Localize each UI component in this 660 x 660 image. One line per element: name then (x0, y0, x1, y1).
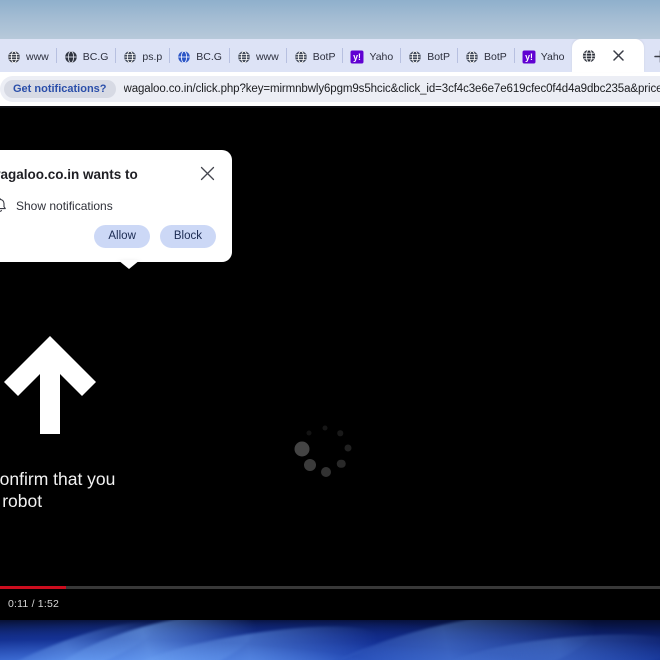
browser-tab-2[interactable]: BC.G (57, 41, 116, 72)
tab-strip: www BC.G ps.p BC.G www BotP y! Yaho BotP… (0, 39, 660, 72)
video-letterbox (0, 106, 660, 108)
tab-label: Yaho (369, 50, 394, 63)
new-tab-button[interactable] (648, 43, 660, 69)
loading-spinner-icon (294, 424, 352, 478)
tab-label: Yaho (540, 50, 565, 63)
browser-tab-9[interactable]: BotP (458, 41, 514, 72)
tab-label: BotP (483, 50, 507, 63)
globe-icon (466, 50, 478, 63)
yahoo-icon: y! (350, 50, 364, 63)
browser-tab-3[interactable]: ps.p (116, 41, 169, 72)
tab-label: BotP (312, 50, 336, 63)
browser-toolbar: Get notifications? wagaloo.co.in/click.p… (0, 72, 660, 106)
url-text[interactable]: wagaloo.co.in/click.php?key=mirmnbwly6pg… (124, 83, 660, 95)
robot-instruction-text: ow" to confirm that youre not a robot (0, 468, 258, 512)
block-button[interactable]: Block (159, 224, 216, 248)
robot-instruction-line-1: ow" to confirm that you (0, 469, 116, 489)
globe-icon (409, 50, 421, 63)
bell-icon (0, 198, 6, 212)
globe-icon (294, 50, 307, 63)
globe-icon (8, 50, 20, 63)
browser-window: www BC.G ps.p BC.G www BotP y! Yaho BotP… (0, 39, 660, 620)
dialog-pointer-tail (118, 260, 140, 269)
browser-tab-active[interactable] (571, 39, 644, 72)
tab-label: BC.G (196, 50, 222, 63)
permission-dialog-title: wagaloo.co.in wants to (0, 167, 138, 182)
globe-icon (178, 50, 191, 63)
tab-label: ps.p (142, 50, 163, 63)
video-progress-track[interactable] (0, 586, 660, 589)
tab-label: www (26, 50, 49, 63)
browser-tab-1[interactable]: www (0, 41, 56, 72)
video-progress-fill (0, 586, 66, 589)
allow-button[interactable]: Allow (94, 224, 150, 248)
address-bar[interactable]: Get notifications? wagaloo.co.in/click.p… (0, 76, 660, 102)
video-time-display: 0:11 / 1:52 (8, 598, 60, 610)
browser-tab-7[interactable]: y! Yaho (343, 41, 400, 72)
close-icon[interactable] (610, 47, 627, 64)
globe-icon (582, 48, 595, 63)
permission-dialog-actions: Allow Block (94, 224, 216, 248)
browser-tab-8[interactable]: BotP (401, 41, 457, 72)
browser-tab-5[interactable]: www (230, 41, 286, 72)
desktop-background-top (0, 0, 660, 40)
globe-icon (238, 50, 250, 63)
tab-label: BC.G (82, 50, 109, 63)
svg-text:y!: y! (525, 52, 533, 62)
svg-text:y!: y! (354, 52, 362, 62)
permission-request-label: Show notifications (16, 199, 113, 213)
permission-request-row: Show notifications (0, 198, 113, 214)
browser-tab-10[interactable]: y! Yaho (515, 41, 572, 72)
plus-icon (654, 49, 660, 63)
globe-icon (64, 50, 77, 63)
robot-instruction-line-2: re not a robot (2, 491, 43, 511)
globe-icon (124, 50, 137, 63)
tab-label: www (255, 50, 279, 63)
browser-tab-6[interactable]: BotP (287, 41, 343, 72)
up-arrow-icon (0, 334, 100, 436)
browser-tab-4[interactable]: BC.G (170, 41, 229, 72)
get-notifications-chip[interactable]: Get notifications? (4, 80, 116, 98)
tab-label: BotP (427, 50, 450, 63)
video-controls-bar: 0:11 / 1:52 (0, 584, 660, 620)
yahoo-icon: y! (522, 50, 536, 63)
screen: www BC.G ps.p BC.G www BotP y! Yaho BotP… (0, 0, 660, 660)
notification-permission-dialog: wagaloo.co.in wants to Show notification… (0, 150, 232, 262)
desktop-wallpaper-bottom (0, 620, 660, 660)
close-icon[interactable] (200, 166, 218, 184)
